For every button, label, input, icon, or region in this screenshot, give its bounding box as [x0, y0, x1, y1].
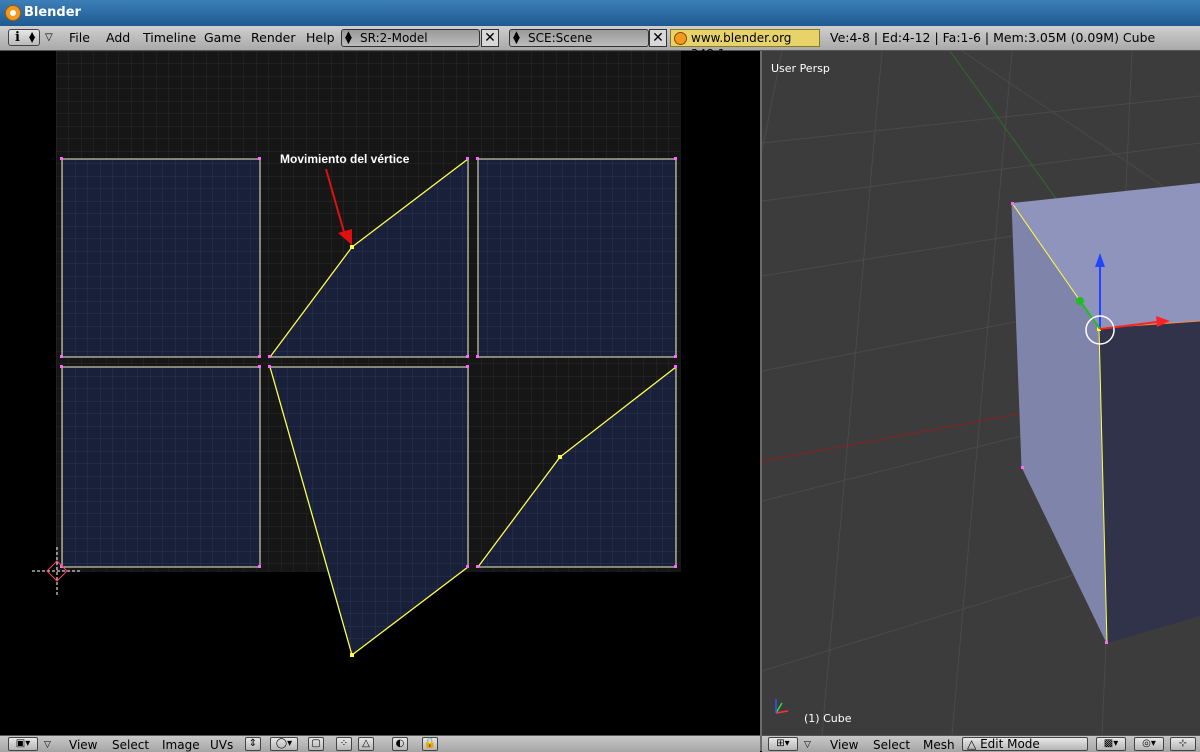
magnet-icon: ◐ — [395, 738, 405, 749]
uv-image-editor[interactable]: Movimiento del vértice — [0, 51, 760, 735]
uv-annotation-label: Movimiento del vértice — [280, 152, 410, 166]
uv-menu-select[interactable]: Select — [112, 738, 149, 752]
menu-add[interactable]: Add — [106, 26, 130, 50]
scene-stats: Ve:4-8 | Ed:4-12 | Fa:1-6 | Mem:3.05M (0… — [830, 30, 1156, 45]
vertex-select-icon: ⁘ — [339, 738, 349, 749]
manipulator-icon: ⊹ — [1178, 738, 1188, 749]
uv-face-outline — [61, 158, 261, 358]
close-icon: ✕ — [652, 30, 664, 46]
screen-delete-button[interactable]: ✕ — [481, 29, 499, 47]
uv-sync-button[interactable]: ▢ — [308, 737, 324, 751]
scene-selector[interactable]: ▲ ▼ SCE:Scene — [509, 29, 649, 47]
window-title: Blender — [24, 5, 81, 20]
uv-face-outline — [477, 158, 677, 358]
menu-game[interactable]: Game — [204, 26, 241, 50]
main-menubar: i ▲ ▼ ▽ File Add Timeline Game Render Hel… — [0, 26, 1200, 61]
blender-logo-icon — [5, 5, 21, 21]
cube-mesh[interactable] — [1011, 183, 1200, 644]
box-icon: ▢ — [311, 738, 321, 749]
updown-arrows-icon: ▲ ▼ — [345, 30, 352, 46]
scene-delete-button[interactable]: ✕ — [649, 29, 667, 47]
pivot-icon: ◎▾ — [1142, 738, 1156, 749]
falloff-icon: ◯▾ — [275, 738, 293, 749]
vp-menu-mesh[interactable]: Mesh — [923, 738, 955, 752]
vp-menu-select[interactable]: Select — [873, 738, 910, 752]
3d-canvas[interactable] — [762, 51, 1200, 735]
uv-menu-image[interactable]: Image — [162, 738, 200, 752]
3d-viewport[interactable]: User Persp (1) Cube — [762, 51, 1200, 735]
menu-render[interactable]: Render — [251, 26, 296, 50]
collapse-menu-icon[interactable]: ▽ — [804, 738, 811, 752]
editor-type-button[interactable]: i ▲ ▼ — [8, 29, 40, 46]
y-axis-handle-icon — [1076, 297, 1084, 305]
updown-arrows-icon: ⇕ — [248, 738, 258, 749]
cube-icon: ▩▾ — [1103, 738, 1119, 749]
image-editor-icon: ▣▾ — [15, 738, 31, 749]
screen-selector-value: SR:2-Model — [360, 31, 428, 45]
uv-menu-uvs[interactable]: UVs — [210, 738, 233, 752]
3d-viewport-header: ⊞▾ ▽ View Select Mesh △ Edit Mode ▩▾ ◎▾ … — [762, 735, 1200, 752]
lock-button[interactable]: 🔒 — [422, 737, 438, 751]
uv-menu-view[interactable]: View — [69, 738, 97, 752]
menu-timeline[interactable]: Timeline — [143, 26, 196, 50]
mode-selector[interactable]: △ Edit Mode — [962, 737, 1088, 751]
website-link[interactable]: www.blender.org 248.1 — [670, 29, 820, 61]
editor-type-button[interactable]: ⊞▾ — [768, 737, 798, 751]
pivot-selector[interactable]: ◎▾ — [1134, 737, 1164, 751]
close-icon: ✕ — [484, 30, 496, 46]
cube-front-face[interactable] — [1099, 321, 1200, 643]
updown-arrows-icon: ▲ ▼ — [29, 30, 36, 44]
y-axis-line — [949, 51, 1073, 222]
viewport-view-label: User Persp — [771, 62, 830, 75]
vp-menu-view[interactable]: View — [830, 738, 858, 752]
viewport-object-label: (1) Cube — [804, 712, 852, 725]
menu-help[interactable]: Help — [306, 26, 335, 50]
pivot-selector[interactable]: ⇕ — [245, 737, 261, 751]
uv-face-outline — [61, 366, 261, 568]
window-titlebar: Blender — [0, 0, 1200, 26]
menu-file[interactable]: File — [69, 26, 90, 50]
lock-icon: 🔒 — [423, 738, 437, 749]
axis-gizmo-icon — [775, 699, 789, 714]
info-icon: i — [15, 30, 20, 45]
draw-type-selector[interactable]: ▩▾ — [1096, 737, 1126, 751]
collapse-menu-icon[interactable]: ▽ — [45, 26, 53, 50]
proportional-edit-button[interactable]: ◯▾ — [270, 737, 298, 751]
grid-view-icon: ⊞▾ — [776, 738, 790, 749]
uv-editor-header: ▣▾ ▽ View Select Image UVs ⇕ ◯▾ ▢ ⁘ △ ◐ … — [0, 735, 760, 752]
snap-button[interactable]: ◐ — [392, 737, 408, 751]
editor-type-button[interactable]: ▣▾ — [8, 737, 38, 751]
triangle-icon: △ — [362, 738, 370, 749]
edit-mode-icon: △ — [967, 737, 977, 751]
updown-arrows-icon: ▲ ▼ — [513, 30, 520, 46]
face-select-button[interactable]: △ — [358, 737, 374, 751]
screen-selector[interactable]: ▲ ▼ SR:2-Model — [341, 29, 480, 47]
mode-selector-value: Edit Mode — [980, 737, 1040, 751]
scene-selector-value: SCE:Scene — [528, 31, 593, 45]
collapse-menu-icon[interactable]: ▽ — [44, 738, 51, 752]
vertex-select-button[interactable]: ⁘ — [336, 737, 352, 751]
transform-orientation-button[interactable]: ⊹ — [1170, 737, 1196, 751]
blender-logo-icon — [674, 32, 687, 45]
